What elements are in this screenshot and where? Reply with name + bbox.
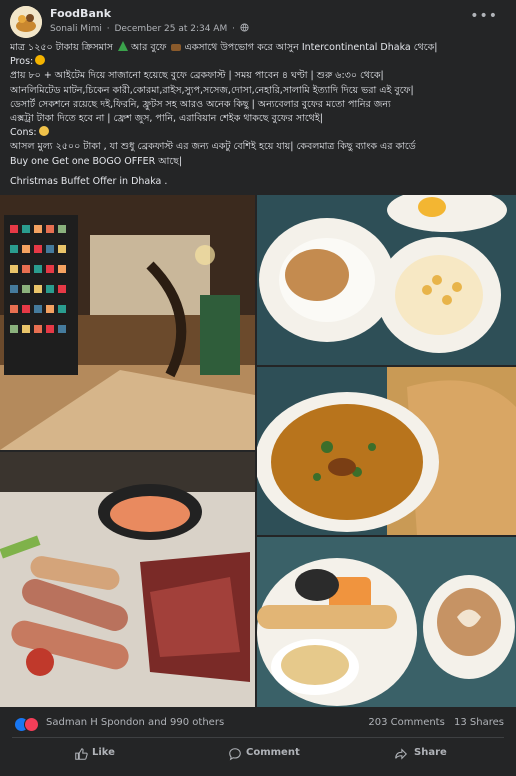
reactions-bar: Sadman H Spondon and 990 others 203 Comm… bbox=[14, 716, 504, 732]
post-text: মাত্র ১২৫০ টাকায় ক্রিসমাস আর বুফে একসাথ… bbox=[10, 41, 506, 189]
engagement-counts: 203 Comments 13 Shares bbox=[362, 717, 504, 728]
text-line: প্রায় ৮০ + আইটেম দিয়ে সাজানো হয়েছে বু… bbox=[10, 70, 384, 82]
text-line: Cons: bbox=[10, 126, 506, 140]
meta-separator: · bbox=[106, 24, 110, 34]
thumbs-up-icon bbox=[75, 748, 88, 760]
group-name-link[interactable]: FoodBank bbox=[50, 7, 111, 20]
star-struck-emoji-icon bbox=[35, 55, 46, 66]
hotel-lobby-photo[interactable] bbox=[0, 195, 255, 450]
author-link[interactable]: Sonali Mimi bbox=[50, 24, 102, 34]
platter-image bbox=[0, 452, 255, 707]
comment-label: Comment bbox=[246, 747, 300, 758]
reaction-icons[interactable] bbox=[14, 717, 40, 732]
disappointed-emoji-icon bbox=[38, 126, 49, 137]
facebook-post: FoodBank Sonali Mimi · December 25 at 2:… bbox=[0, 0, 516, 776]
meta-separator: · bbox=[232, 24, 235, 34]
share-label: Share bbox=[414, 747, 447, 758]
comments-count-link[interactable]: 203 Comments bbox=[368, 717, 444, 728]
shares-count-link[interactable]: 13 Shares bbox=[454, 717, 504, 728]
timestamp-link[interactable]: December 25 at 2:34 AM bbox=[114, 24, 227, 34]
text-line: Christmas Buffet Offer in Dhaka . bbox=[10, 175, 168, 187]
photo-grid bbox=[0, 195, 516, 707]
share-button[interactable]: Share bbox=[340, 742, 504, 766]
text-line: এক্সট্রা টাকা দিতে হবে না | ফ্রেশ জুস, প… bbox=[10, 113, 323, 125]
foodbank-logo-icon bbox=[10, 6, 42, 38]
nihari-paratha-photo[interactable] bbox=[257, 367, 516, 535]
globe-icon bbox=[240, 23, 249, 32]
breakfast-image bbox=[257, 195, 516, 365]
text-line: Pros: bbox=[10, 55, 506, 69]
text-line: আনলিমিটেড মাটন,চিকেন কারী,কোরমা,রাইস,স্য… bbox=[10, 84, 414, 96]
comment-icon bbox=[229, 748, 241, 761]
divider bbox=[12, 737, 504, 738]
text-line: আসল মুল্য ২৫০০ টাকা , যা শুধু ব্রেকফাস্ট… bbox=[10, 141, 416, 153]
sausage-platter-photo[interactable] bbox=[0, 452, 255, 707]
reactions-count-link[interactable]: Sadman H Spondon and 990 others bbox=[46, 717, 224, 728]
curry-image bbox=[257, 367, 516, 535]
post-meta: Sonali Mimi · December 25 at 2:34 AM · bbox=[50, 23, 249, 34]
food-bowl-icon bbox=[171, 44, 182, 51]
lobby-image bbox=[0, 195, 255, 450]
christmas-tree-icon bbox=[117, 41, 128, 51]
coffee-roll-photo[interactable] bbox=[257, 537, 516, 707]
coffee-image bbox=[257, 537, 516, 707]
like-button[interactable]: Like bbox=[12, 742, 176, 766]
post-actions: Like Comment Share bbox=[12, 742, 504, 766]
like-label: Like bbox=[92, 747, 115, 758]
text-line: মাত্র ১২৫০ টাকায় ক্রিসমাস আর বুফে একসাথ… bbox=[10, 41, 438, 53]
group-avatar[interactable] bbox=[10, 6, 42, 38]
share-icon bbox=[395, 748, 407, 760]
comment-button[interactable]: Comment bbox=[176, 742, 340, 766]
text-line: ডেসার্ট সেকশনে রয়েছে দই,ফিরনি, ফ্রুটস স… bbox=[10, 98, 391, 110]
text-line: Buy one Get one BOGO OFFER আছে| bbox=[10, 155, 183, 167]
post-header: FoodBank Sonali Mimi · December 25 at 2:… bbox=[10, 6, 506, 40]
cereal-nuts-photo[interactable] bbox=[257, 195, 516, 365]
more-options-button[interactable]: ••• bbox=[470, 8, 498, 24]
love-icon bbox=[24, 717, 39, 732]
